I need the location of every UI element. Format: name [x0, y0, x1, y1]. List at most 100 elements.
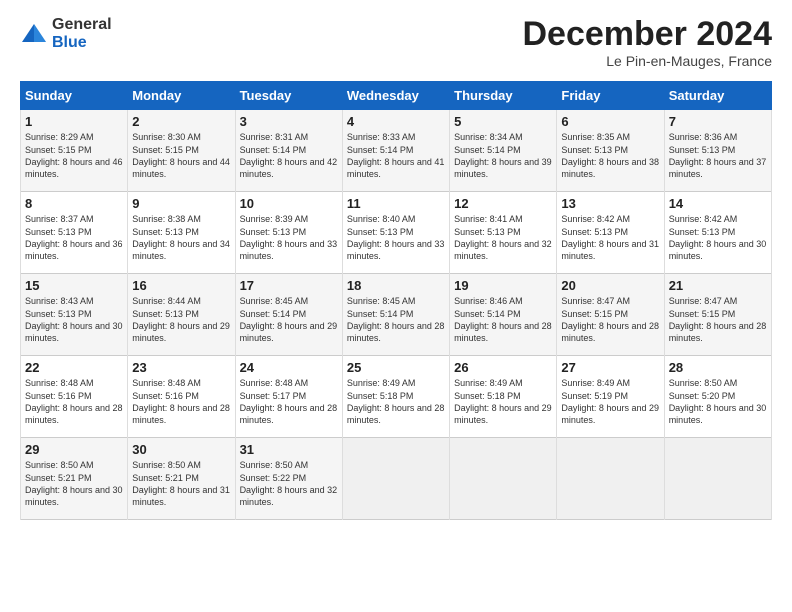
- day-number: 24: [240, 360, 338, 375]
- cell-info: Sunrise: 8:33 AMSunset: 5:14 PMDaylight:…: [347, 132, 445, 178]
- day-number: 25: [347, 360, 445, 375]
- cell-info: Sunrise: 8:48 AMSunset: 5:16 PMDaylight:…: [132, 378, 230, 424]
- calendar-cell: 31 Sunrise: 8:50 AMSunset: 5:22 PMDayligh…: [235, 438, 342, 520]
- day-number: 1: [25, 114, 123, 129]
- calendar-cell: 6Sunrise: 8:35 AMSunset: 5:13 PMDaylight…: [557, 110, 664, 192]
- calendar-cell: 2 Sunrise: 8:30 AMSunset: 5:15 PMDaylight…: [128, 110, 235, 192]
- day-number: 19: [454, 278, 552, 293]
- calendar-cell: 23Sunrise: 8:48 AMSunset: 5:16 PMDayligh…: [128, 356, 235, 438]
- logo-blue: Blue: [52, 34, 112, 52]
- calendar-cell: 9 Sunrise: 8:38 AMSunset: 5:13 PMDaylight…: [128, 192, 235, 274]
- calendar-cell: 4 Sunrise: 8:33 AMSunset: 5:14 PMDaylight…: [342, 110, 449, 192]
- cell-info: Sunrise: 8:42 AMSunset: 5:13 PMDaylight:…: [669, 214, 767, 260]
- calendar-cell: 5Sunrise: 8:34 AMSunset: 5:14 PMDaylight…: [450, 110, 557, 192]
- cell-info: Sunrise: 8:50 AMSunset: 5:22 PMDaylight:…: [240, 460, 338, 506]
- calendar-cell: 18 Sunrise: 8:45 AMSunset: 5:14 PMDayligh…: [342, 274, 449, 356]
- cell-info: Sunrise: 8:47 AMSunset: 5:15 PMDaylight:…: [561, 296, 659, 342]
- day-number: 5: [454, 114, 552, 129]
- day-number: 14: [669, 196, 767, 211]
- cell-info: Sunrise: 8:42 AMSunset: 5:13 PMDaylight:…: [561, 214, 659, 260]
- calendar-cell: 25 Sunrise: 8:49 AMSunset: 5:18 PMDayligh…: [342, 356, 449, 438]
- day-number: 18: [347, 278, 445, 293]
- day-number: 22: [25, 360, 123, 375]
- month-title: December 2024: [522, 16, 772, 53]
- cell-info: Sunrise: 8:50 AMSunset: 5:20 PMDaylight:…: [669, 378, 767, 424]
- day-number: 2: [132, 114, 230, 129]
- calendar-cell: 13Sunrise: 8:42 AMSunset: 5:13 PMDayligh…: [557, 192, 664, 274]
- week-row: 29 Sunrise: 8:50 AMSunset: 5:21 PMDayligh…: [21, 438, 772, 520]
- calendar-cell: [342, 438, 449, 520]
- cell-info: Sunrise: 8:49 AMSunset: 5:19 PMDaylight:…: [561, 378, 659, 424]
- day-number: 30: [132, 442, 230, 457]
- weekday-header: Monday: [128, 82, 235, 110]
- calendar-cell: 7Sunrise: 8:36 AMSunset: 5:13 PMDaylight…: [664, 110, 771, 192]
- cell-info: Sunrise: 8:48 AMSunset: 5:16 PMDaylight:…: [25, 378, 123, 424]
- day-number: 7: [669, 114, 767, 129]
- cell-info: Sunrise: 8:46 AMSunset: 5:14 PMDaylight:…: [454, 296, 552, 342]
- header-row: SundayMondayTuesdayWednesdayThursdayFrid…: [21, 82, 772, 110]
- week-row: 22 Sunrise: 8:48 AMSunset: 5:16 PMDayligh…: [21, 356, 772, 438]
- day-number: 3: [240, 114, 338, 129]
- calendar-cell: 14 Sunrise: 8:42 AMSunset: 5:13 PMDayligh…: [664, 192, 771, 274]
- logo: General Blue: [20, 16, 112, 51]
- day-number: 20: [561, 278, 659, 293]
- page: General Blue December 2024 Le Pin-en-Mau…: [0, 0, 792, 532]
- day-number: 6: [561, 114, 659, 129]
- cell-info: Sunrise: 8:45 AMSunset: 5:14 PMDaylight:…: [347, 296, 445, 342]
- week-row: 1 Sunrise: 8:29 AMSunset: 5:15 PMDaylight…: [21, 110, 772, 192]
- calendar-cell: 1 Sunrise: 8:29 AMSunset: 5:15 PMDaylight…: [21, 110, 128, 192]
- day-number: 11: [347, 196, 445, 211]
- logo-general: General: [52, 16, 112, 34]
- day-number: 29: [25, 442, 123, 457]
- weekday-header: Friday: [557, 82, 664, 110]
- day-number: 31: [240, 442, 338, 457]
- day-number: 17: [240, 278, 338, 293]
- calendar-cell: 17Sunrise: 8:45 AMSunset: 5:14 PMDayligh…: [235, 274, 342, 356]
- calendar-cell: [664, 438, 771, 520]
- week-row: 8Sunrise: 8:37 AMSunset: 5:13 PMDaylight…: [21, 192, 772, 274]
- calendar-cell: 29 Sunrise: 8:50 AMSunset: 5:21 PMDayligh…: [21, 438, 128, 520]
- weekday-header: Tuesday: [235, 82, 342, 110]
- calendar-cell: 27 Sunrise: 8:49 AMSunset: 5:19 PMDayligh…: [557, 356, 664, 438]
- cell-info: Sunrise: 8:49 AMSunset: 5:18 PMDaylight:…: [454, 378, 552, 424]
- calendar-cell: 16 Sunrise: 8:44 AMSunset: 5:13 PMDayligh…: [128, 274, 235, 356]
- weekday-header: Saturday: [664, 82, 771, 110]
- cell-info: Sunrise: 8:49 AMSunset: 5:18 PMDaylight:…: [347, 378, 445, 424]
- day-number: 16: [132, 278, 230, 293]
- cell-info: Sunrise: 8:44 AMSunset: 5:13 PMDaylight:…: [132, 296, 230, 342]
- cell-info: Sunrise: 8:47 AMSunset: 5:15 PMDaylight:…: [669, 296, 767, 342]
- calendar-cell: [450, 438, 557, 520]
- day-number: 4: [347, 114, 445, 129]
- cell-info: Sunrise: 8:43 AMSunset: 5:13 PMDaylight:…: [25, 296, 123, 342]
- logo-text: General Blue: [52, 16, 112, 51]
- cell-info: Sunrise: 8:31 AMSunset: 5:14 PMDaylight:…: [240, 132, 338, 178]
- cell-info: Sunrise: 8:38 AMSunset: 5:13 PMDaylight:…: [132, 214, 230, 260]
- cell-info: Sunrise: 8:30 AMSunset: 5:15 PMDaylight:…: [132, 132, 230, 178]
- calendar-cell: 3 Sunrise: 8:31 AMSunset: 5:14 PMDaylight…: [235, 110, 342, 192]
- calendar-cell: [557, 438, 664, 520]
- calendar-table: SundayMondayTuesdayWednesdayThursdayFrid…: [20, 81, 772, 520]
- cell-info: Sunrise: 8:29 AMSunset: 5:15 PMDaylight:…: [25, 132, 123, 178]
- day-number: 26: [454, 360, 552, 375]
- day-number: 15: [25, 278, 123, 293]
- calendar-cell: 28Sunrise: 8:50 AMSunset: 5:20 PMDayligh…: [664, 356, 771, 438]
- calendar-cell: 30 Sunrise: 8:50 AMSunset: 5:21 PMDayligh…: [128, 438, 235, 520]
- calendar-cell: 22 Sunrise: 8:48 AMSunset: 5:16 PMDayligh…: [21, 356, 128, 438]
- calendar-cell: 10 Sunrise: 8:39 AMSunset: 5:13 PMDayligh…: [235, 192, 342, 274]
- cell-info: Sunrise: 8:39 AMSunset: 5:13 PMDaylight:…: [240, 214, 338, 260]
- cell-info: Sunrise: 8:40 AMSunset: 5:13 PMDaylight:…: [347, 214, 445, 260]
- day-number: 9: [132, 196, 230, 211]
- cell-info: Sunrise: 8:50 AMSunset: 5:21 PMDaylight:…: [132, 460, 230, 506]
- day-number: 10: [240, 196, 338, 211]
- week-row: 15 Sunrise: 8:43 AMSunset: 5:13 PMDayligh…: [21, 274, 772, 356]
- calendar-cell: 8Sunrise: 8:37 AMSunset: 5:13 PMDaylight…: [21, 192, 128, 274]
- cell-info: Sunrise: 8:50 AMSunset: 5:21 PMDaylight:…: [25, 460, 123, 506]
- weekday-header: Sunday: [21, 82, 128, 110]
- logo-icon: [20, 20, 48, 48]
- cell-info: Sunrise: 8:48 AMSunset: 5:17 PMDaylight:…: [240, 378, 338, 424]
- calendar-cell: 11 Sunrise: 8:40 AMSunset: 5:13 PMDayligh…: [342, 192, 449, 274]
- weekday-header: Wednesday: [342, 82, 449, 110]
- weekday-header: Thursday: [450, 82, 557, 110]
- day-number: 27: [561, 360, 659, 375]
- calendar-cell: 19 Sunrise: 8:46 AMSunset: 5:14 PMDayligh…: [450, 274, 557, 356]
